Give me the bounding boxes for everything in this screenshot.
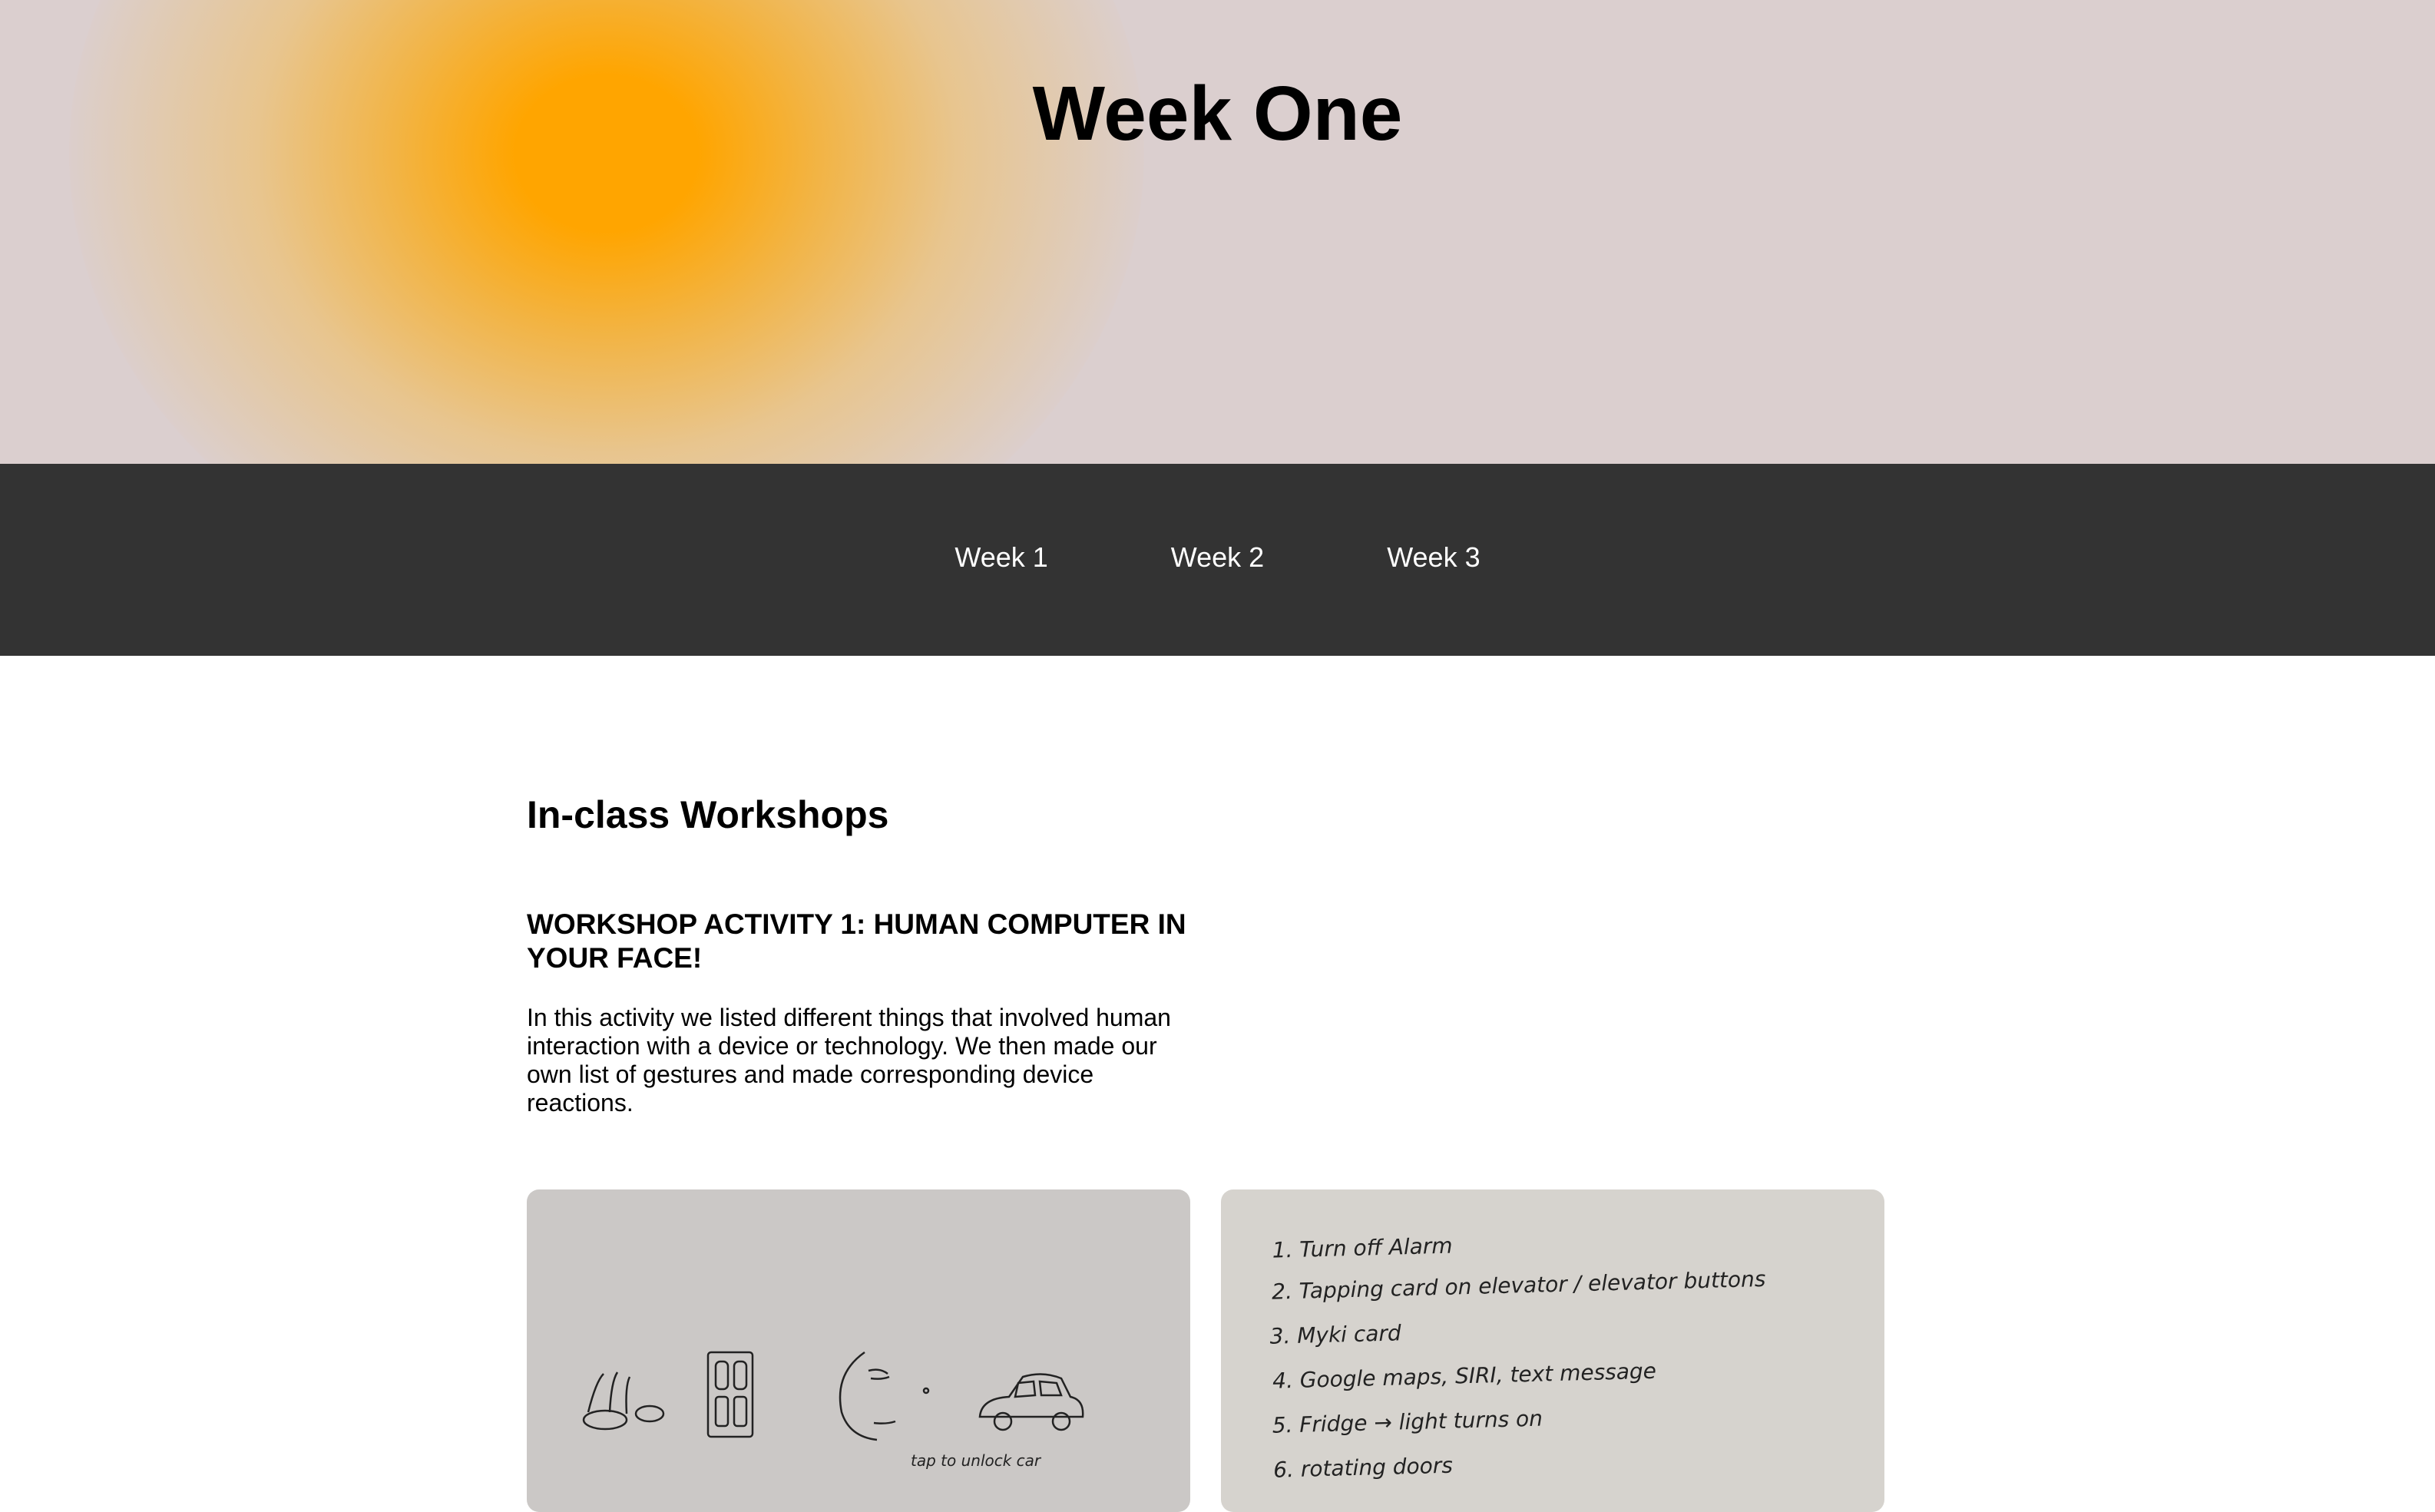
list-item: 4. Google maps, SIRI, text message <box>1272 1358 1657 1394</box>
page-title: Week One <box>1032 71 1403 157</box>
activity-title: WORKSHOP ACTIVITY 1: HUMAN COMPUTER IN Y… <box>527 908 1186 974</box>
handwritten-list-photo: 1. Turn off Alarm 2. Tapping card on ele… <box>1221 1189 1884 1512</box>
sketch-photo: tap to unlock car <box>527 1189 1190 1512</box>
handwritten-list: 1. Turn off Alarm 2. Tapping card on ele… <box>1269 1233 1766 1483</box>
list-item: 1. Turn off Alarm <box>1272 1233 1453 1263</box>
hero-banner: Week One <box>0 0 2435 464</box>
nav-list: Week 1 Week 2 Week 3 <box>0 541 2435 574</box>
list-item: 3. Myki card <box>1269 1320 1401 1348</box>
list-item: 2. Tapping card on elevator / elevator b… <box>1272 1266 1766 1305</box>
nav-link-week-1[interactable]: Week 1 <box>893 541 1109 574</box>
gesture-sketch-drawing: tap to unlock car <box>582 1351 1084 1470</box>
nav-link-week-2[interactable]: Week 2 <box>1110 541 1325 574</box>
nav-link-week-3[interactable]: Week 3 <box>1325 541 1541 574</box>
section-title: In-class Workshops <box>527 793 889 836</box>
sketch-caption: tap to unlock car <box>911 1451 1042 1470</box>
main-navigation: Week 1 Week 2 Week 3 <box>0 464 2435 656</box>
activity-description: In this activity we listed different thi… <box>527 1004 1171 1117</box>
list-item: 5. Fridge → light turns on <box>1272 1406 1543 1438</box>
list-item: 6. rotating doors <box>1273 1453 1454 1483</box>
